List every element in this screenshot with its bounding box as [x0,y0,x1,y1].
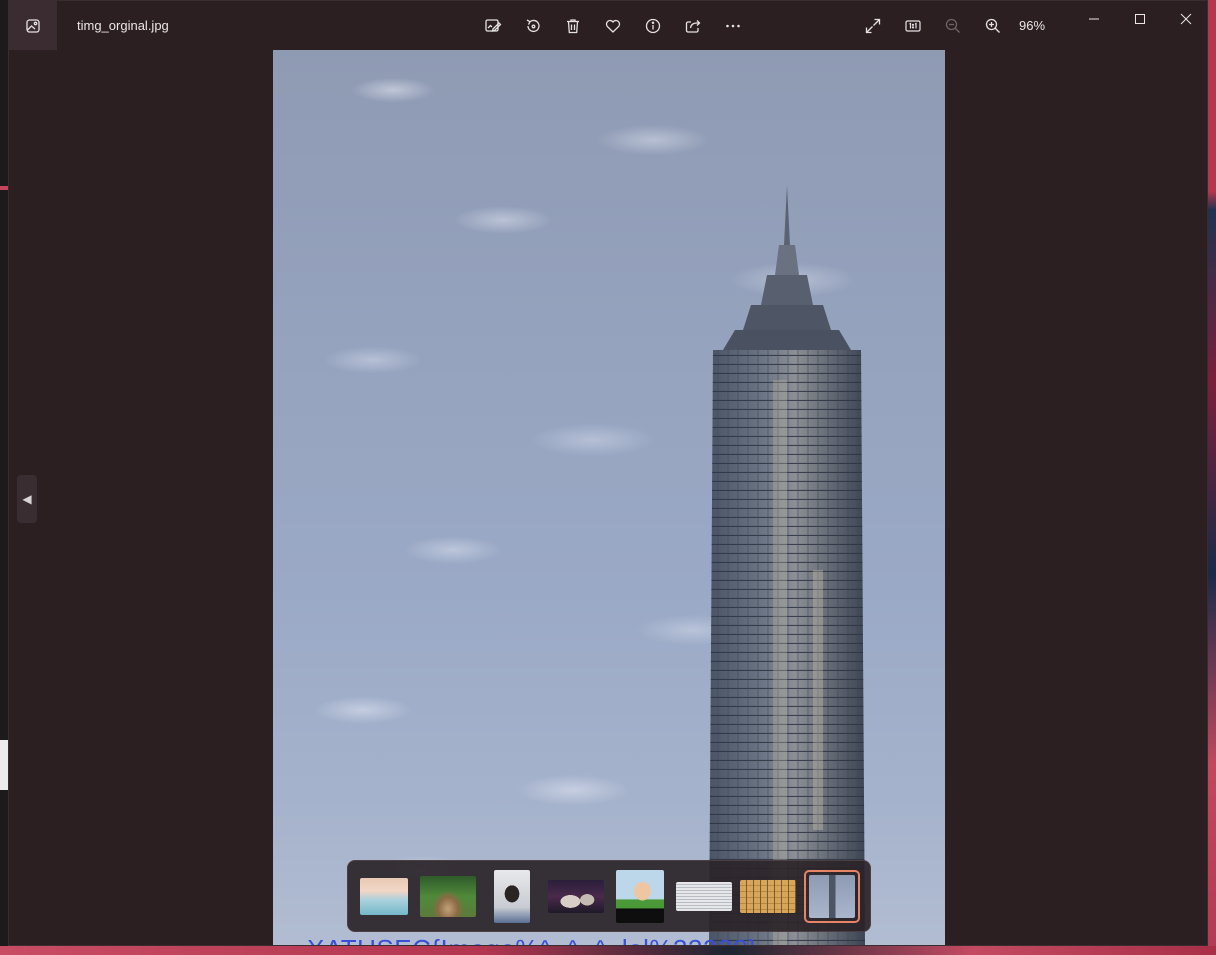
zoom-out-icon [945,18,960,33]
thumbnail-grid-sheet[interactable] [740,870,796,923]
share-icon [685,20,701,33]
image-viewport[interactable]: ◀ [9,50,1207,945]
app-icon[interactable] [9,1,57,50]
delete-button[interactable] [560,13,586,39]
actual-size-button[interactable] [900,13,926,39]
rotate-icon [526,19,540,33]
photo-embedded-caption: XATUSEC{Image%^_^_^_lol%3323?} [307,934,757,945]
thumbnail-beach-sunset[interactable] [356,870,412,923]
thumbnail-text-document[interactable] [676,870,732,923]
thumbnail-forest-path[interactable] [420,870,476,923]
displayed-photo: XATUSEC{Image%^_^_^_lol%3323?} [273,50,945,945]
thumbnail-toddler-success[interactable] [612,870,668,923]
maximize-button[interactable] [1117,5,1163,33]
heart-icon [605,19,621,33]
zoom-level-readout[interactable]: 96% [1019,18,1045,33]
title-bar: timg_orginal.jpg 96% [9,1,1207,50]
filmstrip [347,860,871,932]
maximize-icon [1135,14,1145,24]
info-icon [645,18,661,34]
minimize-icon [1089,18,1099,20]
thumbnail-cats-on-laptop[interactable] [548,870,604,923]
file-name-title: timg_orginal.jpg [77,18,169,33]
thumbnail-tower-sky[interactable] [804,870,860,923]
more-options-icon [726,24,740,28]
zoom-out-button[interactable] [940,13,966,39]
photos-app-window: timg_orginal.jpg 96% ◀ [8,0,1208,946]
actual-size-icon [905,20,921,32]
edit-image-button[interactable] [480,13,506,39]
full-screen-button[interactable] [860,13,886,39]
thumbnail-dog-portrait[interactable] [484,870,540,923]
see-more-button[interactable] [720,13,746,39]
photos-app-icon [26,18,40,33]
favorite-button[interactable] [600,13,626,39]
edit-image-icon [485,19,502,32]
trash-icon [567,19,579,34]
zoom-in-icon [985,18,1000,33]
minimize-button[interactable] [1071,5,1117,33]
rotate-button[interactable] [520,13,546,39]
desktop-background-bottom [0,946,1216,955]
caret-left-icon: ◀ [22,492,32,506]
close-icon [1180,13,1192,25]
zoom-in-button[interactable] [980,13,1006,39]
expand-icon [865,18,881,34]
close-button[interactable] [1163,5,1207,33]
previous-image-button[interactable]: ◀ [17,475,37,523]
share-button[interactable] [680,13,706,39]
file-info-button[interactable] [640,13,666,39]
skyscraper-illustration [709,185,865,945]
